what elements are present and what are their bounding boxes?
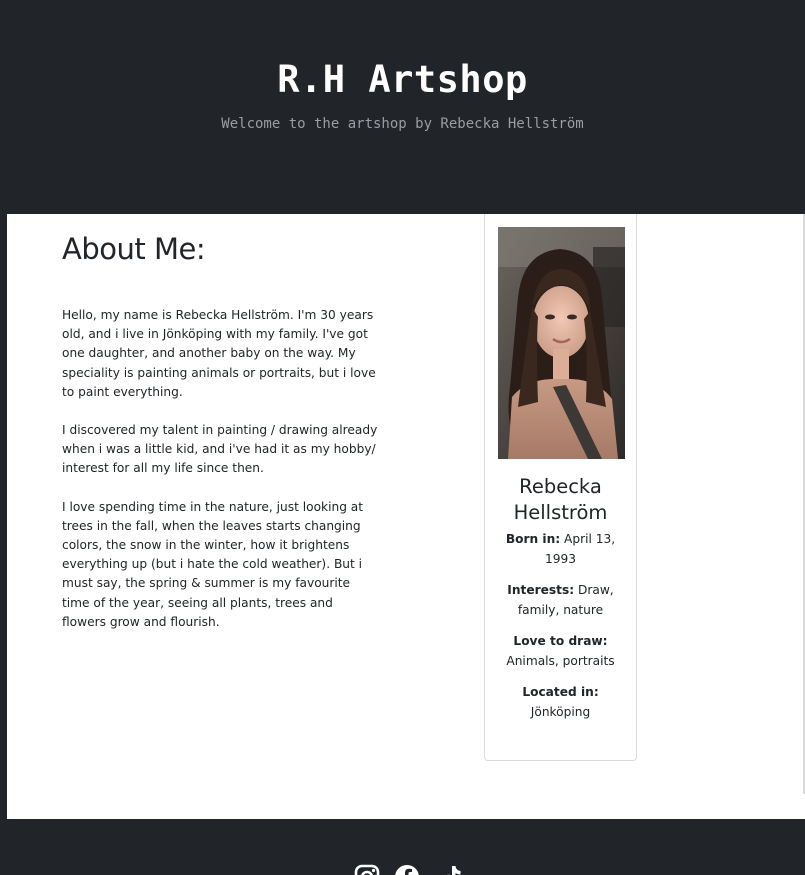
site-footer bbox=[0, 819, 805, 875]
draw-info: Love to draw: Animals, portraits bbox=[495, 632, 626, 671]
draw-value: Animals, portraits bbox=[506, 653, 615, 668]
profile-photo-image bbox=[498, 227, 625, 459]
instagram-icon[interactable] bbox=[354, 864, 380, 875]
profile-name-last: Hellström bbox=[513, 501, 608, 524]
born-info: Born in: April 13, 1993 bbox=[495, 530, 626, 569]
facebook-icon[interactable] bbox=[394, 864, 420, 875]
tiktok-icon[interactable] bbox=[438, 864, 464, 875]
draw-label: Love to draw: bbox=[513, 634, 608, 648]
main-content: About Me: Hello, my name is Rebecka Hell… bbox=[7, 214, 805, 819]
interests-info: Interests: Draw, family, nature bbox=[495, 581, 626, 620]
about-text: Hello, my name is Rebecka Hellström. I'm… bbox=[62, 306, 380, 651]
located-value: Jönköping bbox=[530, 704, 591, 719]
site-title: R.H Artshop bbox=[277, 58, 528, 101]
located-label: Located in: bbox=[522, 685, 599, 699]
profile-name: Rebecka Hellström bbox=[485, 474, 636, 526]
about-heading: About Me: bbox=[62, 232, 206, 266]
profile-photo bbox=[498, 227, 625, 459]
located-info: Located in: Jönköping bbox=[495, 683, 626, 722]
profile-name-first: Rebecka bbox=[519, 475, 602, 498]
born-label: Born in: bbox=[505, 532, 561, 546]
about-paragraph-2: I discovered my talent in painting / dra… bbox=[62, 423, 378, 476]
interests-label: Interests: bbox=[507, 583, 575, 597]
about-paragraph-1: Hello, my name is Rebecka Hellström. I'm… bbox=[62, 308, 376, 399]
profile-card: Rebecka Hellström Born in: April 13, 199… bbox=[484, 214, 637, 761]
about-paragraph-3: I love spending time in the nature, just… bbox=[62, 499, 364, 629]
site-header: R.H Artshop Welcome to the artshop by Re… bbox=[0, 0, 805, 214]
site-subtitle: Welcome to the artshop by Rebecka Hellst… bbox=[221, 116, 584, 132]
